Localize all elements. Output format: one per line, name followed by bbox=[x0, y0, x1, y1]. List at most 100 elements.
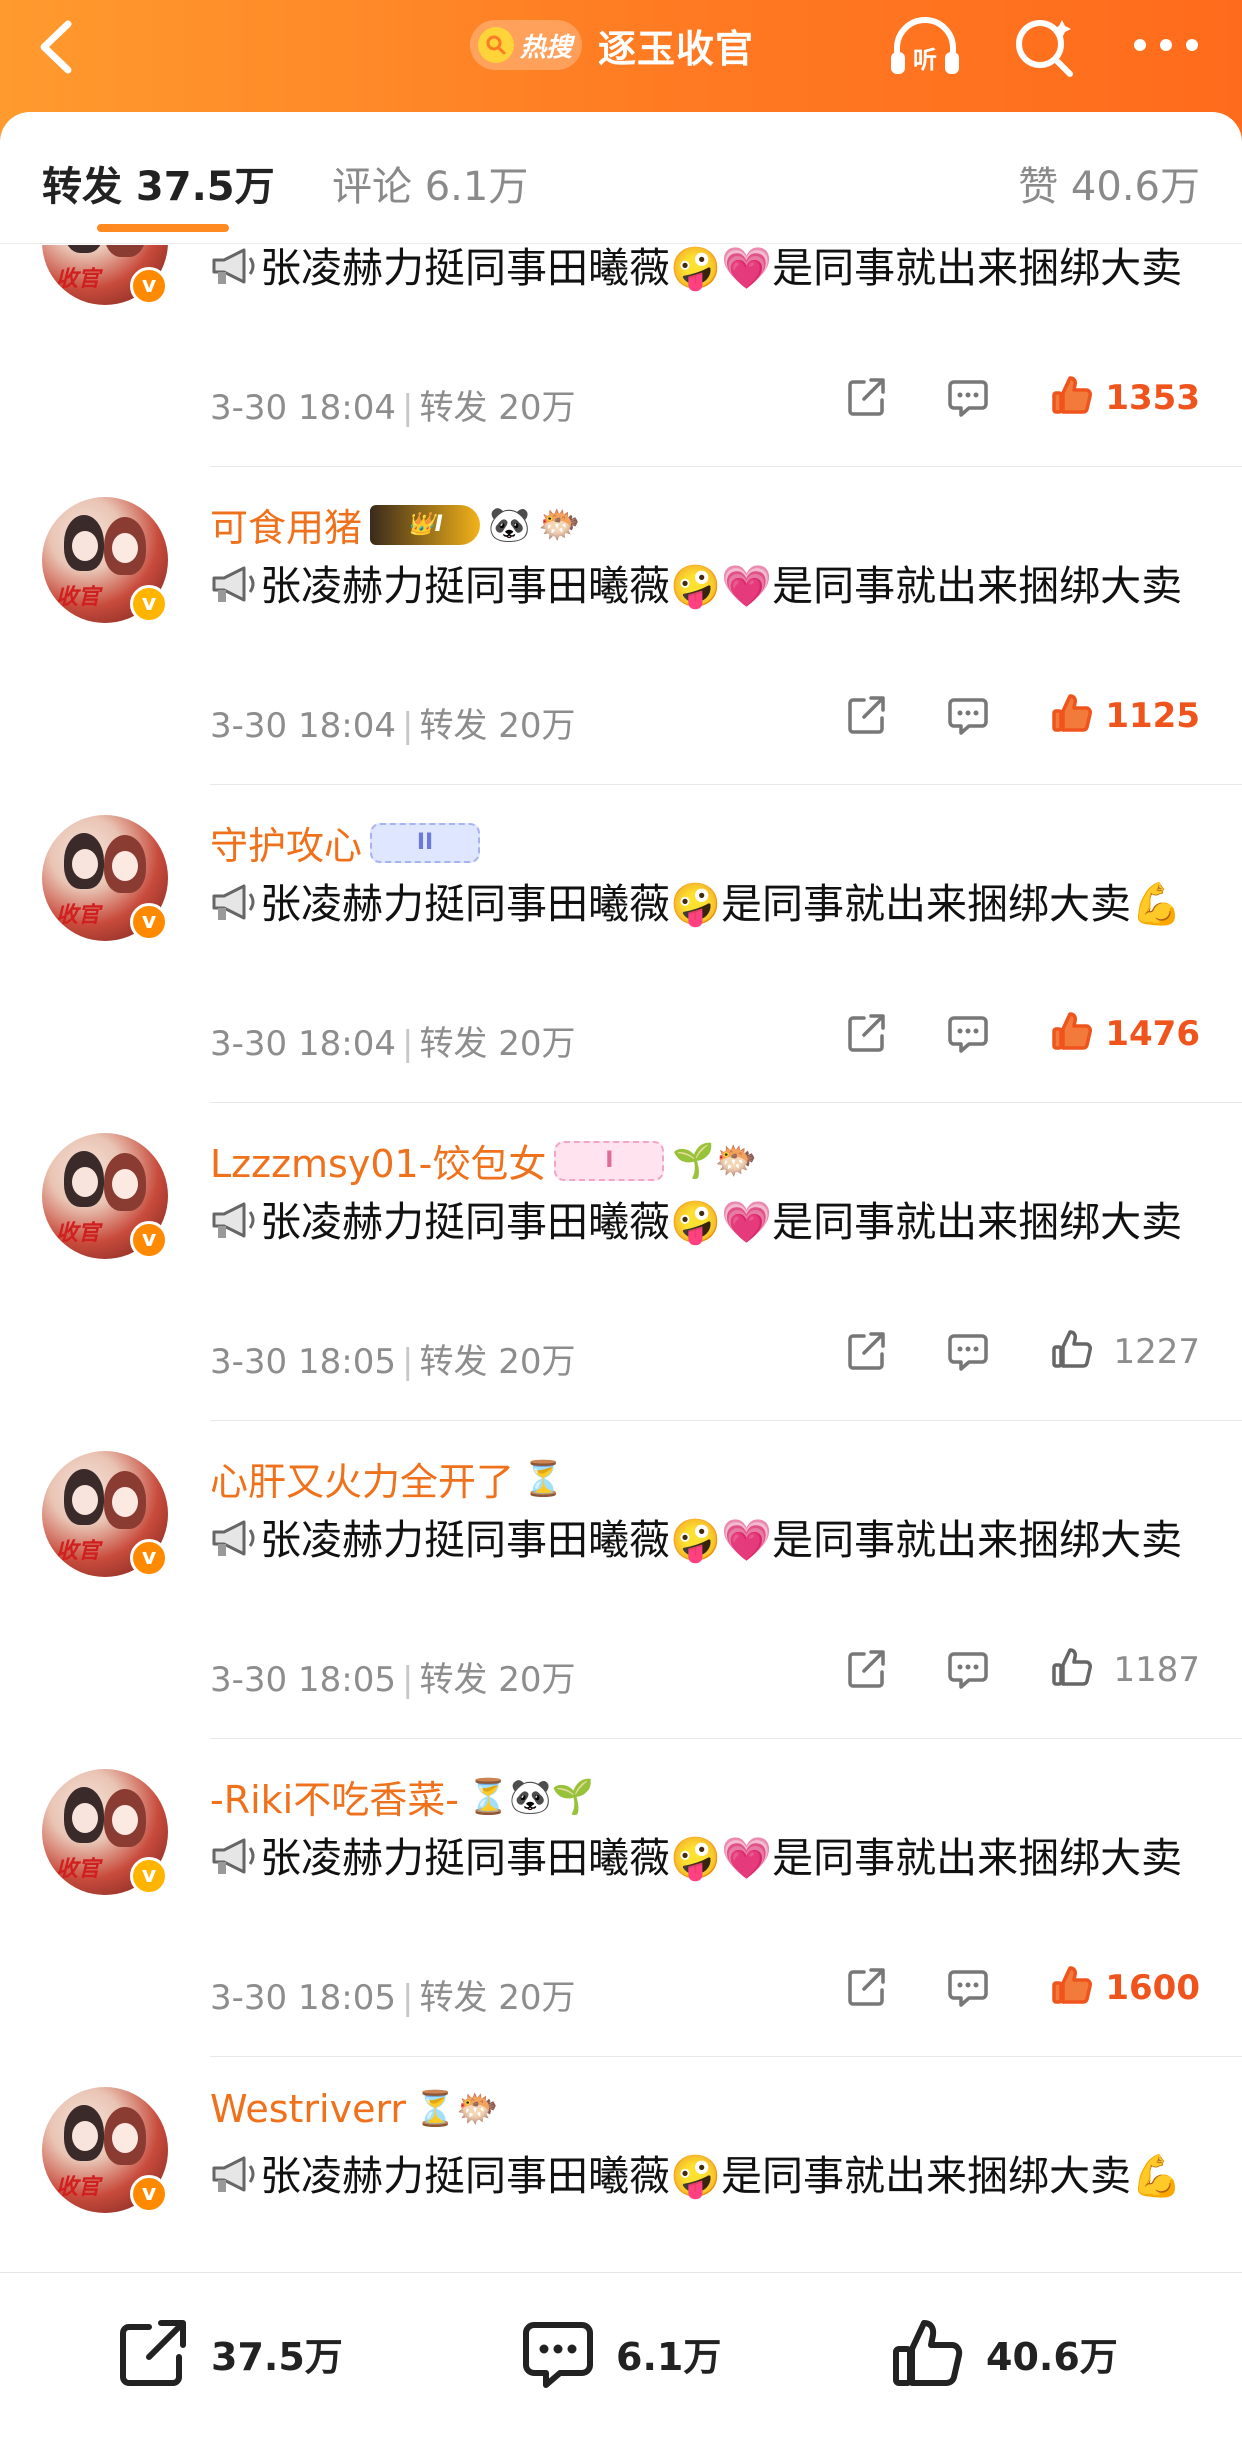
like-button[interactable] bbox=[1050, 1009, 1094, 1053]
post-time: 3-30 18:05 bbox=[210, 1342, 396, 1382]
post-text[interactable]: 张凌赫力挺同事田曦薇🤪💗是同事就出来捆绑大卖 bbox=[210, 1507, 1210, 1573]
bottom-like-button[interactable]: 40.6万 bbox=[890, 2315, 1118, 2391]
megaphone-icon bbox=[212, 248, 255, 284]
post-text[interactable]: 张凌赫力挺同事田曦薇🤪💗是同事就出来捆绑大卖 bbox=[210, 245, 1210, 301]
more-button[interactable] bbox=[1128, 20, 1204, 70]
like-button[interactable] bbox=[1050, 373, 1094, 417]
avatar[interactable]: 收官 v bbox=[42, 1769, 168, 1895]
comment-button[interactable] bbox=[946, 1011, 990, 1055]
post-time: 3-30 18:04 bbox=[210, 1024, 396, 1064]
avatar[interactable]: 收官 v bbox=[42, 815, 168, 941]
post-text[interactable]: 张凌赫力挺同事田曦薇🤪是同事就出来捆绑大卖💪 bbox=[210, 871, 1210, 937]
like-count: 1476 bbox=[1105, 1014, 1200, 1054]
share-button[interactable] bbox=[844, 693, 888, 737]
share-button[interactable] bbox=[844, 1011, 888, 1055]
tab-comment[interactable]: 评论 6.1万 bbox=[332, 154, 528, 212]
fan-level-badge: II bbox=[370, 822, 481, 863]
thumbs-up-icon bbox=[1050, 1330, 1094, 1375]
thumbs-up-icon bbox=[893, 2320, 963, 2386]
comment-icon bbox=[946, 1652, 990, 1695]
share-button[interactable] bbox=[844, 375, 888, 419]
post-text[interactable]: 张凌赫力挺同事田曦薇🤪💗是同事就出来捆绑大卖 bbox=[210, 1189, 1210, 1255]
user-emoji-badges: ⏳🐡 bbox=[414, 2089, 499, 2129]
username[interactable]: 心肝又火力全开了 bbox=[210, 1451, 514, 1506]
like-button[interactable] bbox=[1050, 1327, 1094, 1371]
pufferfish-badge: 🐡 bbox=[538, 504, 581, 545]
repost-item[interactable]: 收官 v 心肝又火力全开了 ⏳ 张凌赫力挺同事田曦薇🤪💗是同事就出来捆绑大卖 3-30 1… bbox=[0, 1421, 1242, 1739]
repost-item[interactable]: 收官 v 可食用猪 👑 I 🐼 🐡 张凌赫力挺同事田曦薇🤪💗是同事就出来捆绑大卖 3-30 1… bbox=[0, 467, 1242, 785]
username-row: Lzzzmsy01-饺包女 I 🌱🐡 bbox=[210, 1133, 757, 1188]
avatar[interactable]: 收官 v bbox=[42, 245, 168, 305]
post-text[interactable]: 张凌赫力挺同事田曦薇🤪💗是同事就出来捆绑大卖 bbox=[210, 553, 1210, 619]
share-button[interactable] bbox=[844, 1647, 888, 1691]
comment-icon bbox=[946, 1016, 990, 1059]
comment-button[interactable] bbox=[946, 1329, 990, 1373]
verified-badge: v bbox=[130, 1221, 168, 1259]
comment-button[interactable] bbox=[946, 375, 990, 419]
share-icon bbox=[844, 1968, 888, 2013]
post-time: 3-30 18:04 bbox=[210, 706, 396, 746]
share-icon bbox=[844, 1650, 888, 1695]
search-button[interactable] bbox=[1010, 14, 1080, 80]
like-button[interactable] bbox=[1050, 1963, 1094, 2007]
share-button[interactable] bbox=[844, 1329, 888, 1373]
like-button[interactable] bbox=[1050, 691, 1094, 735]
megaphone-icon bbox=[212, 566, 255, 602]
avatar[interactable]: 收官 v bbox=[42, 1133, 168, 1259]
tab-like[interactable]: 赞 40.6万 bbox=[1018, 154, 1200, 212]
share-button[interactable] bbox=[844, 1965, 888, 2009]
repost-item[interactable]: 收官 v 守护攻心 II 张凌赫力挺同事田曦薇🤪是同事就出来捆绑大卖💪 3-30 18:0… bbox=[0, 785, 1242, 1103]
repost-item[interactable]: 收官 v Lzzzmsy01-饺包女 I 🌱🐡 张凌赫力挺同事田曦薇🤪💗是同事就出来捆绑大… bbox=[0, 1103, 1242, 1421]
tab-bar: 转发 37.5万 评论 6.1万 赞 40.6万 bbox=[0, 112, 1242, 244]
avatar-caption: 收官 bbox=[56, 1220, 101, 1246]
post-repost-count: 转发 20万 bbox=[419, 706, 576, 746]
avatar-caption: 收官 bbox=[56, 1538, 101, 1564]
more-dots-icon bbox=[1134, 39, 1198, 51]
repost-item[interactable]: 收官 v -Riki不吃香菜- ⏳🐼🌱 张凌赫力挺同事田曦薇🤪💗是同事就出来捆绑大卖 3-… bbox=[0, 1739, 1242, 2057]
share-icon bbox=[120, 2320, 186, 2386]
comment-icon bbox=[946, 1334, 990, 1377]
username[interactable]: Lzzzmsy01-饺包女 bbox=[210, 1133, 546, 1188]
username-row: -Riki不吃香菜- ⏳🐼🌱 bbox=[210, 1769, 594, 1824]
repost-item[interactable]: 收官 v Westriverr ⏳🐡 张凌赫力挺同事田曦薇🤪是同事就出来捆绑大卖💪 bbox=[0, 2057, 1242, 2272]
post-text-body: 张凌赫力挺同事田曦薇🤪是同事就出来捆绑大卖💪 bbox=[260, 880, 1183, 928]
avatar-caption: 收官 bbox=[56, 1856, 101, 1882]
comment-button[interactable] bbox=[946, 1647, 990, 1691]
post-text[interactable]: 张凌赫力挺同事田曦薇🤪💗是同事就出来捆绑大卖 bbox=[210, 1825, 1210, 1891]
megaphone-icon bbox=[212, 2156, 255, 2192]
avatar[interactable]: 收官 v bbox=[42, 1451, 168, 1577]
thumbs-up-icon bbox=[1050, 376, 1094, 421]
avatar[interactable]: 收官 v bbox=[42, 497, 168, 623]
verified-badge: v bbox=[130, 1539, 168, 1577]
tab-repost[interactable]: 转发 37.5万 bbox=[42, 154, 275, 212]
bottom-comment-button[interactable]: 6.1万 bbox=[520, 2315, 721, 2391]
like-button[interactable] bbox=[1050, 1645, 1094, 1689]
post-repost-count: 转发 20万 bbox=[419, 1660, 576, 1700]
share-icon bbox=[844, 378, 888, 423]
back-button[interactable] bbox=[30, 12, 90, 82]
post-meta: 3-30 18:05 | 转发 20万 bbox=[210, 1342, 576, 1382]
repost-item[interactable]: 收官 v 张凌赫力挺同事田曦薇🤪💗是同事就出来捆绑大卖 3-30 18:04 | 转发 2… bbox=[0, 245, 1242, 467]
post-text[interactable]: 张凌赫力挺同事田曦薇🤪是同事就出来捆绑大卖💪 bbox=[210, 2143, 1210, 2209]
post-meta: 3-30 18:04 | 转发 20万 bbox=[210, 388, 576, 428]
like-count: 1227 bbox=[1113, 1332, 1200, 1372]
username[interactable]: 守护攻心 bbox=[210, 815, 362, 870]
fan-level-label: II bbox=[416, 830, 434, 855]
search-icon bbox=[478, 27, 514, 63]
username[interactable]: 可食用猪 bbox=[210, 497, 362, 552]
username[interactable]: -Riki不吃香菜- bbox=[210, 1769, 459, 1824]
avatar[interactable]: 收官 v bbox=[42, 2087, 168, 2213]
hot-search-badge[interactable]: 热搜 bbox=[470, 20, 582, 70]
repost-list[interactable]: 收官 v 张凌赫力挺同事田曦薇🤪💗是同事就出来捆绑大卖 3-30 18:04 | 转发 2… bbox=[0, 245, 1242, 2272]
username[interactable]: Westriverr bbox=[210, 2087, 406, 2131]
headphones-icon: 听 bbox=[891, 17, 959, 74]
share-icon bbox=[844, 696, 888, 741]
listen-button[interactable]: 听 bbox=[885, 14, 965, 80]
verified-badge: v bbox=[130, 903, 168, 941]
post-meta: 3-30 18:05 | 转发 20万 bbox=[210, 1660, 576, 1700]
thumbs-up-icon bbox=[1050, 694, 1094, 739]
panda-badge: 🐼 bbox=[488, 504, 531, 545]
comment-button[interactable] bbox=[946, 693, 990, 737]
comment-button[interactable] bbox=[946, 1965, 990, 2009]
bottom-repost-button[interactable]: 37.5万 bbox=[115, 2315, 343, 2391]
